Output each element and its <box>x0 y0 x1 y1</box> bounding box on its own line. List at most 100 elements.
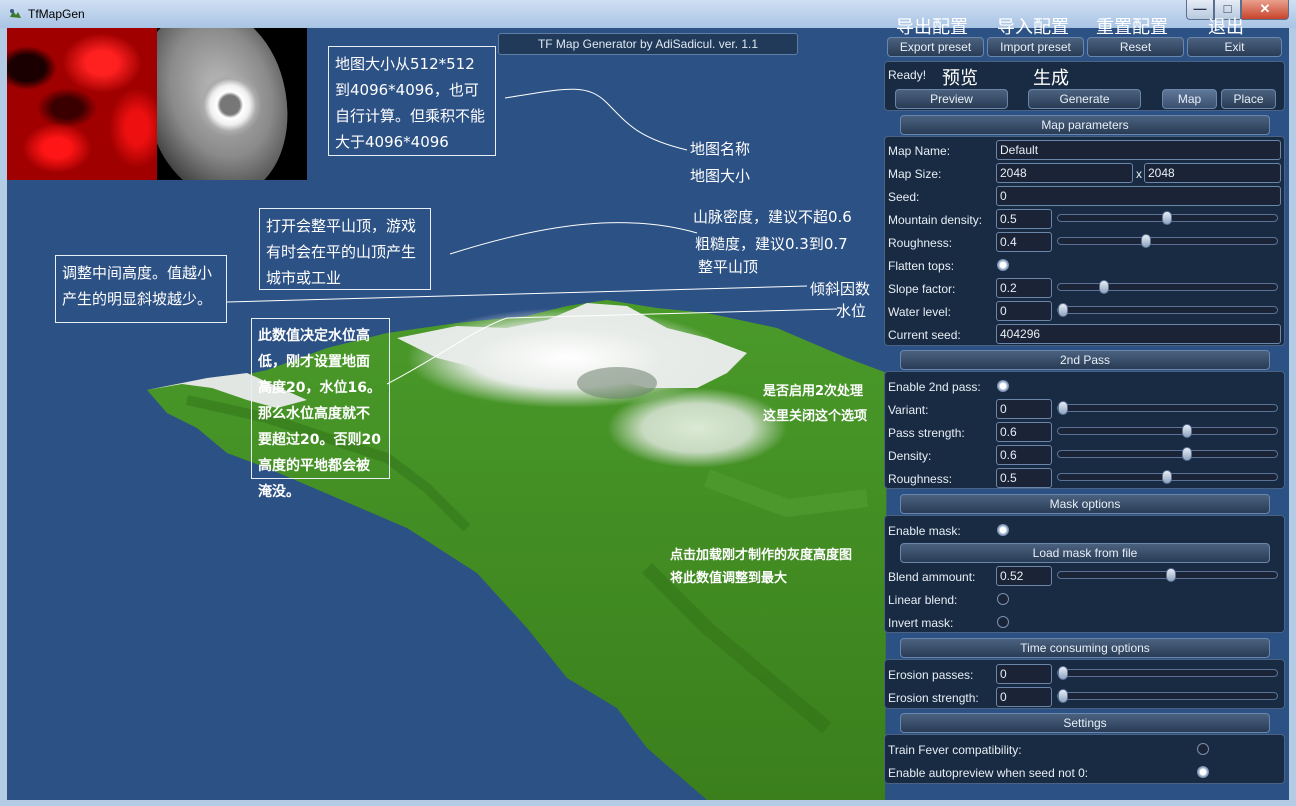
note-mountain-density: 山脉密度，建议不超0.6 <box>693 208 852 226</box>
erosion-passes-input[interactable]: 0 <box>996 664 1052 684</box>
autopreview-toggle[interactable] <box>1197 766 1209 778</box>
place-tab[interactable]: Place <box>1221 89 1276 109</box>
invert-mask-toggle[interactable] <box>997 616 1009 628</box>
note-slope: 调整中间高度。值越小产生的明显斜坡越少。 <box>55 255 227 323</box>
second-roughness-label: Roughness: <box>888 472 953 486</box>
flatten-tops-toggle[interactable] <box>997 259 1009 271</box>
variant-input[interactable]: 0 <box>996 399 1052 419</box>
map-tab[interactable]: Map <box>1162 89 1217 109</box>
slider-handle[interactable] <box>1140 234 1151 248</box>
note-slope-factor: 倾斜因数 <box>810 280 871 298</box>
seed-input[interactable]: 0 <box>996 186 1281 206</box>
mountain-density-slider[interactable] <box>1057 211 1278 225</box>
note-mask-1: 点击加载刚才制作的灰度高度图 <box>670 548 853 563</box>
slider-handle[interactable] <box>1161 211 1172 225</box>
map-width-input[interactable]: 2048 <box>996 163 1133 183</box>
slider-handle[interactable] <box>1058 666 1068 680</box>
settings-header[interactable]: Settings <box>900 713 1270 733</box>
exit-button[interactable]: Exit <box>1187 37 1282 57</box>
slider-handle[interactable] <box>1058 689 1068 703</box>
note-map-size-range: 地图大小从512*512到4096*4096，也可自行计算。但乘积不能大于409… <box>328 46 496 156</box>
reset-zh-label: 重置配置 <box>1096 17 1168 38</box>
mask-options-header[interactable]: Mask options <box>900 494 1270 514</box>
linear-blend-toggle[interactable] <box>997 593 1009 605</box>
second-pass-header[interactable]: 2nd Pass <box>900 350 1270 370</box>
mountain-density-label: Mountain density: <box>888 213 983 227</box>
slope-factor-label: Slope factor: <box>888 282 956 296</box>
slider-handle[interactable] <box>1058 401 1068 415</box>
map-size-label: Map Size: <box>888 167 942 181</box>
map-parameters-header[interactable]: Map parameters <box>900 115 1270 135</box>
water-level-input[interactable]: 0 <box>996 301 1052 321</box>
slope-factor-slider[interactable] <box>1057 280 1278 294</box>
mask-thumbnail <box>157 28 307 180</box>
flatten-tops-label: Flatten tops: <box>888 259 955 273</box>
map-height-input[interactable]: 2048 <box>1144 163 1281 183</box>
enable-second-pass-label: Enable 2nd pass: <box>888 380 981 394</box>
water-level-slider[interactable] <box>1057 303 1278 317</box>
erosion-passes-slider[interactable] <box>1057 666 1278 680</box>
enable-mask-label: Enable mask: <box>888 524 961 538</box>
window-frame-right <box>1289 28 1296 806</box>
preview-button[interactable]: Preview <box>895 89 1008 109</box>
density-label: Density: <box>888 449 932 463</box>
erosion-strength-slider[interactable] <box>1057 689 1278 703</box>
window-frame-left <box>0 28 7 806</box>
slope-factor-input[interactable]: 0.2 <box>996 278 1052 298</box>
roughness-input[interactable]: 0.4 <box>996 232 1052 252</box>
slider-handle[interactable] <box>1182 424 1193 438</box>
generate-button[interactable]: Generate <box>1028 89 1141 109</box>
slider-handle[interactable] <box>1161 470 1172 484</box>
close-button[interactable]: ✕ <box>1241 0 1289 20</box>
note-roughness: 粗糙度，建议0.3到0.7 <box>695 235 848 253</box>
blend-amount-slider[interactable] <box>1057 568 1278 582</box>
generate-zh-label: 生成 <box>1033 68 1069 89</box>
note-map-name: 地图名称 <box>690 140 751 158</box>
slider-handle[interactable] <box>1165 568 1176 582</box>
erosion-passes-label: Erosion passes: <box>888 668 974 682</box>
window-frame-bottom <box>0 800 1296 806</box>
tf-compat-toggle[interactable] <box>1197 743 1209 755</box>
seed-label: Seed: <box>888 190 920 204</box>
import-preset-button[interactable]: Import preset <box>987 37 1084 57</box>
blend-amount-input[interactable]: 0.52 <box>996 566 1052 586</box>
load-mask-button[interactable]: Load mask from file <box>900 543 1270 563</box>
blend-amount-label: Blend ammount: <box>888 570 976 584</box>
current-seed-label: Current seed: <box>888 328 961 342</box>
enable-mask-toggle[interactable] <box>997 524 1009 536</box>
pass-strength-input[interactable]: 0.6 <box>996 422 1052 442</box>
window-title: TfMapGen <box>28 7 85 21</box>
mountain-density-input[interactable]: 0.5 <box>996 209 1052 229</box>
slider-handle[interactable] <box>1058 303 1068 317</box>
note-map-size: 地图大小 <box>690 167 751 185</box>
variant-label: Variant: <box>888 403 929 417</box>
note-flatten: 打开会整平山顶，游戏有时会在平的山顶产生城市或工业 <box>259 208 431 290</box>
density-slider[interactable] <box>1057 447 1278 461</box>
preview-zh-label: 预览 <box>942 68 978 89</box>
second-roughness-slider[interactable] <box>1057 470 1278 484</box>
note-flatten-tops: 整平山顶 <box>698 258 759 276</box>
map-name-input[interactable]: Default <box>996 140 1281 160</box>
export-preset-button[interactable]: Export preset <box>887 37 984 57</box>
enable-second-pass-toggle[interactable] <box>997 380 1009 392</box>
reset-button[interactable]: Reset <box>1087 37 1184 57</box>
time-options-header[interactable]: Time consuming options <box>900 638 1270 658</box>
app-icon <box>10 9 21 18</box>
second-roughness-input[interactable]: 0.5 <box>996 468 1052 488</box>
autopreview-label: Enable autopreview when seed not 0: <box>888 766 1089 780</box>
close-icon: ✕ <box>1259 1 1271 16</box>
variant-slider[interactable] <box>1057 401 1278 415</box>
slider-handle[interactable] <box>1182 447 1193 461</box>
status-text: Ready! <box>888 68 927 82</box>
import-zh-label: 导入配置 <box>997 17 1069 38</box>
roughness-slider[interactable] <box>1057 234 1278 248</box>
pass-strength-label: Pass strength: <box>888 426 965 440</box>
note-water-level: 水位 <box>836 302 867 320</box>
exit-zh-label: 退出 <box>1208 17 1244 38</box>
slider-handle[interactable] <box>1099 280 1110 294</box>
current-seed-field[interactable]: 404296 <box>996 324 1281 344</box>
erosion-strength-input[interactable]: 0 <box>996 687 1052 707</box>
pass-strength-slider[interactable] <box>1057 424 1278 438</box>
export-zh-label: 导出配置 <box>896 17 968 38</box>
density-input[interactable]: 0.6 <box>996 445 1052 465</box>
